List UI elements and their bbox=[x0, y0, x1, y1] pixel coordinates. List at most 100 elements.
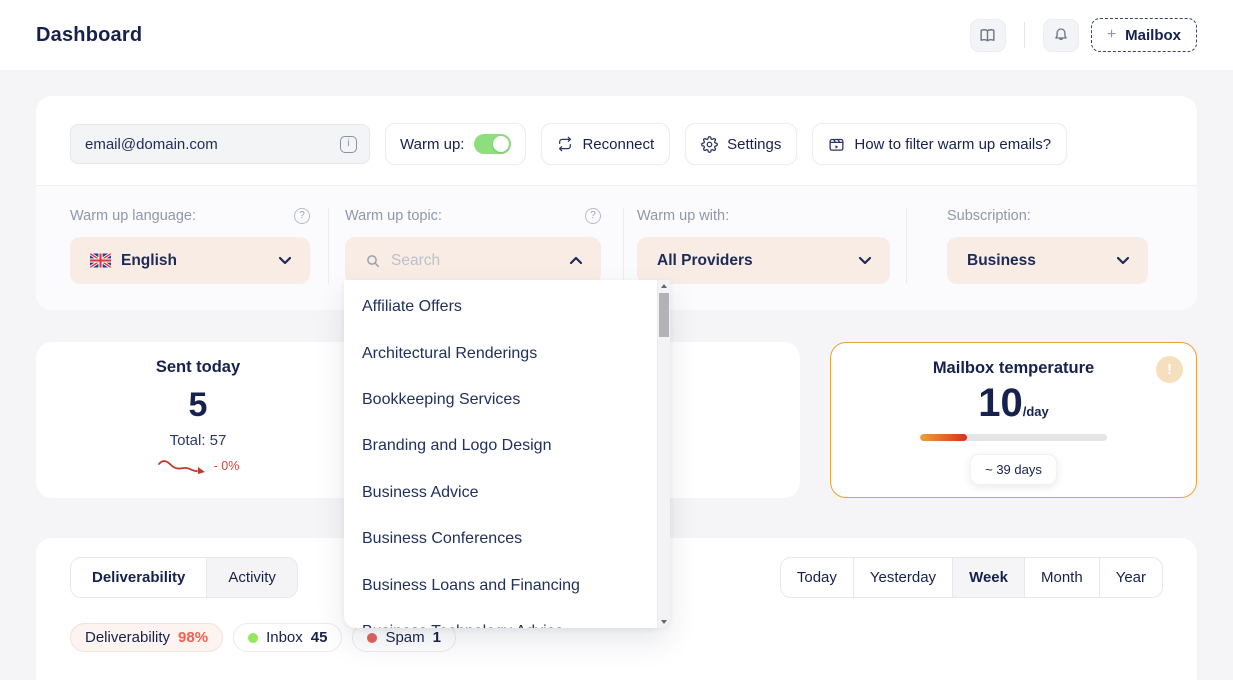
settings-button[interactable]: Settings bbox=[685, 123, 797, 165]
subscription-column: Subscription: Business bbox=[906, 208, 1197, 284]
uk-flag-icon bbox=[90, 253, 111, 268]
docs-button[interactable] bbox=[970, 19, 1006, 52]
dropdown-scrollbar[interactable] bbox=[657, 280, 670, 628]
subscription-label: Subscription: bbox=[947, 208, 1031, 224]
scroll-down-icon[interactable] bbox=[661, 620, 667, 624]
topic-option[interactable]: Bookkeeping Services bbox=[344, 377, 670, 423]
video-folder-icon bbox=[828, 136, 845, 153]
topic-option[interactable]: Affiliate Offers bbox=[344, 284, 670, 330]
reconnect-icon bbox=[557, 136, 573, 152]
topic-search-input[interactable] bbox=[391, 252, 541, 270]
stat-badge[interactable]: Deliverability 98% bbox=[70, 623, 223, 652]
settings-label: Settings bbox=[727, 136, 781, 153]
topic-option[interactable]: Architectural Renderings bbox=[344, 330, 670, 376]
panel-tab[interactable]: Activity bbox=[207, 558, 297, 597]
language-value: English bbox=[121, 252, 177, 270]
provider-select[interactable]: All Providers bbox=[637, 237, 890, 284]
topic-option[interactable]: Business Conferences bbox=[344, 516, 670, 562]
badge-dot bbox=[367, 633, 377, 643]
bell-icon bbox=[1052, 26, 1070, 44]
topic-option[interactable]: Business Loans and Financing bbox=[344, 562, 670, 608]
sent-today-total: Total: 57 bbox=[170, 432, 227, 449]
trend-label: - 0% bbox=[214, 459, 240, 473]
badge-dot bbox=[248, 633, 258, 643]
topic-help-icon[interactable] bbox=[585, 208, 601, 224]
temperature-value: 10 bbox=[978, 383, 1023, 423]
book-icon bbox=[978, 26, 997, 45]
temperature-progress-fill bbox=[920, 434, 967, 441]
provider-value: All Providers bbox=[657, 252, 753, 270]
reconnect-button[interactable]: Reconnect bbox=[541, 123, 670, 165]
language-label: Warm up language: bbox=[70, 208, 196, 224]
sent-today-trend: - 0% bbox=[157, 457, 240, 475]
temperature-unit: /day bbox=[1023, 404, 1049, 419]
subscription-select[interactable]: Business bbox=[947, 237, 1148, 284]
header-divider bbox=[1024, 22, 1025, 48]
badge-value: 1 bbox=[433, 629, 441, 646]
temperature-value-row: 10 /day bbox=[978, 383, 1049, 423]
badge-label: Inbox bbox=[266, 629, 303, 646]
topic-column: Warm up topic: bbox=[328, 208, 623, 284]
warning-icon[interactable] bbox=[1156, 356, 1183, 383]
gear-icon bbox=[701, 136, 718, 153]
chevron-down-icon bbox=[858, 256, 872, 265]
topic-label: Warm up topic: bbox=[345, 208, 442, 224]
search-icon bbox=[365, 253, 381, 269]
provider-column: Warm up with: All Providers bbox=[623, 208, 906, 284]
topic-option[interactable]: Branding and Logo Design bbox=[344, 423, 670, 469]
warmup-toggle-box: Warm up: bbox=[385, 123, 526, 165]
badge-label: Deliverability bbox=[85, 629, 170, 646]
topic-option[interactable]: Business Technology Advice bbox=[344, 609, 670, 628]
badge-label: Spam bbox=[385, 629, 424, 646]
topic-dropdown-list: Affiliate OffersArchitectural Renderings… bbox=[344, 280, 670, 628]
sent-today-title: Sent today bbox=[156, 358, 240, 377]
plus-icon: + bbox=[1107, 26, 1116, 44]
warmup-toggle[interactable] bbox=[474, 134, 511, 154]
panel-tabs: DeliverabilityActivity bbox=[70, 557, 298, 598]
chevron-down-icon bbox=[1116, 256, 1130, 265]
scroll-up-icon[interactable] bbox=[661, 284, 667, 288]
temperature-progress-track bbox=[920, 434, 1107, 441]
time-range-button[interactable]: Today bbox=[781, 558, 853, 597]
panel-tab[interactable]: Deliverability bbox=[71, 558, 207, 597]
time-range-button[interactable]: Week bbox=[952, 558, 1024, 597]
topic-search-field[interactable] bbox=[345, 237, 601, 284]
chevron-up-icon bbox=[569, 256, 583, 265]
sent-today-value: 5 bbox=[189, 386, 208, 425]
email-field[interactable] bbox=[85, 136, 325, 153]
sent-today-card: Sent today 5 Total: 57 - 0% bbox=[36, 342, 360, 498]
reconnect-label: Reconnect bbox=[582, 136, 654, 153]
email-field-wrap bbox=[70, 124, 370, 164]
mailbox-toolbar: Warm up: Reconnect bbox=[36, 96, 1197, 185]
language-column: Warm up language: bbox=[36, 208, 328, 284]
topic-option[interactable]: Business Advice bbox=[344, 470, 670, 516]
days-remaining-badge: ~ 39 days bbox=[970, 454, 1057, 485]
filter-help-label: How to filter warm up emails? bbox=[854, 136, 1051, 153]
language-help-icon[interactable] bbox=[294, 208, 310, 224]
time-range-button[interactable]: Year bbox=[1099, 558, 1162, 597]
badge-value: 45 bbox=[311, 629, 328, 646]
mailbox-temperature-card: Mailbox temperature 10 /day ~ 39 days bbox=[830, 342, 1197, 498]
scrollbar-thumb[interactable] bbox=[659, 293, 669, 337]
warmup-label: Warm up: bbox=[400, 136, 464, 153]
provider-label: Warm up with: bbox=[637, 208, 729, 224]
notifications-button[interactable] bbox=[1043, 19, 1079, 52]
time-range-button[interactable]: Yesterday bbox=[853, 558, 952, 597]
filter-help-button[interactable]: How to filter warm up emails? bbox=[812, 123, 1067, 165]
language-select[interactable]: English bbox=[70, 237, 310, 284]
stat-badge[interactable]: Inbox 45 bbox=[233, 623, 342, 652]
subscription-value: Business bbox=[967, 252, 1036, 270]
mailbox-settings-panel: Warm up: Reconnect bbox=[36, 96, 1197, 310]
page-title: Dashboard bbox=[36, 24, 142, 47]
add-mailbox-button[interactable]: + Mailbox bbox=[1091, 18, 1197, 52]
time-range-selector: TodayYesterdayWeekMonthYear bbox=[780, 557, 1163, 598]
chevron-down-icon bbox=[278, 256, 292, 265]
top-header: Dashboard + Mailbox bbox=[0, 0, 1233, 70]
header-actions: + Mailbox bbox=[970, 18, 1197, 52]
time-range-button[interactable]: Month bbox=[1024, 558, 1099, 597]
info-icon[interactable] bbox=[340, 136, 357, 153]
trend-sparkline-icon bbox=[157, 457, 209, 475]
toggle-knob bbox=[493, 136, 509, 152]
add-mailbox-label: Mailbox bbox=[1125, 27, 1181, 44]
temperature-title: Mailbox temperature bbox=[933, 359, 1094, 378]
